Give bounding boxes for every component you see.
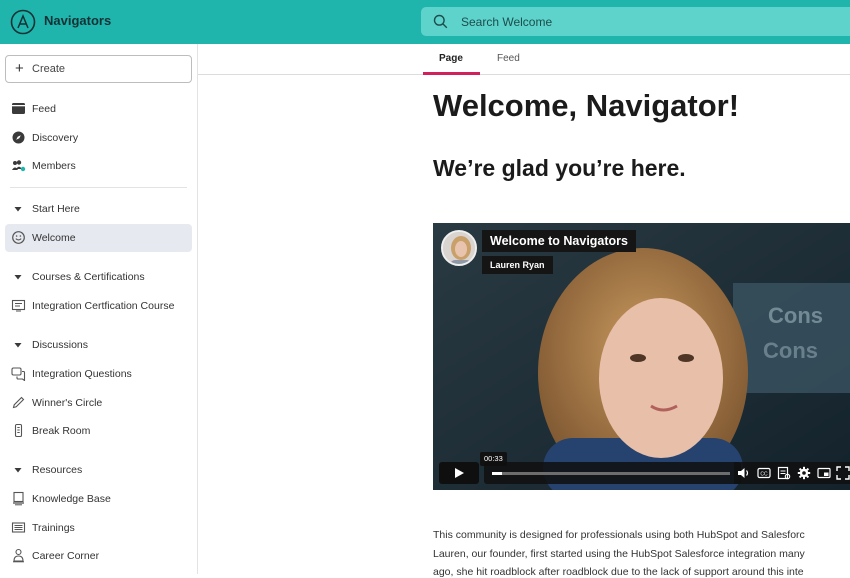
sidebar-item-label: Welcome	[32, 232, 76, 244]
plus-icon: +	[15, 60, 24, 77]
svg-text:Cons: Cons	[763, 338, 818, 363]
svg-text:Cons: Cons	[768, 303, 823, 328]
sidebar-item-label: Courses & Certifications	[32, 271, 145, 283]
sidebar-item-career-corner[interactable]: Career Corner	[5, 542, 192, 570]
sidebar-item-label: Feed	[32, 103, 56, 115]
compass-icon	[12, 131, 25, 144]
caret-down-icon	[14, 468, 22, 473]
tab-page[interactable]: Page	[439, 53, 463, 64]
pen-icon	[12, 396, 25, 409]
captions-icon[interactable]: CC	[757, 466, 771, 480]
search-placeholder: Search Welcome	[461, 15, 553, 29]
video-progress-track	[492, 472, 730, 475]
sidebar-item-label: Resources	[32, 464, 83, 476]
search-input[interactable]: Search Welcome	[421, 7, 850, 36]
sidebar-item-integration-course[interactable]: Integration Certfication Course	[5, 292, 192, 320]
svg-text:CC: CC	[760, 472, 768, 478]
page-subtitle: We’re glad you’re here.	[433, 155, 686, 181]
sidebar-item-label: Discovery	[32, 132, 79, 144]
body-paragraph-line: This community is designed for professio…	[433, 529, 805, 541]
video-controls	[734, 462, 850, 484]
sidebar-section-start-here[interactable]: Start Here	[5, 195, 192, 223]
fullscreen-icon[interactable]	[836, 466, 850, 480]
tab-feed[interactable]: Feed	[497, 53, 520, 64]
caret-down-icon	[14, 207, 22, 212]
sidebar-section-discussions[interactable]: Discussions	[5, 331, 192, 359]
transcript-icon[interactable]	[777, 466, 791, 480]
sidebar-item-integration-questions[interactable]: Integration Questions	[5, 360, 192, 388]
sidebar-item-trainings[interactable]: Trainings	[5, 514, 192, 542]
caret-down-icon	[14, 275, 22, 280]
top-bar: Navigators Search Welcome	[0, 0, 850, 44]
sidebar-item-label: Integration Questions	[32, 368, 132, 380]
sidebar-item-winners-circle[interactable]: Winner's Circle	[5, 389, 192, 417]
book-icon	[13, 491, 24, 506]
settings-icon[interactable]	[797, 466, 811, 480]
body-paragraph-line: Lauren, our founder, first started using…	[433, 548, 805, 560]
pip-icon[interactable]	[817, 466, 831, 480]
presenter-avatar	[441, 230, 477, 266]
page-tabs: Page Feed	[198, 44, 850, 75]
body-paragraph-line: ago, she hit roadblock after roadblock d…	[433, 566, 804, 578]
video-title: Welcome to Navigators	[482, 230, 637, 252]
play-icon	[455, 468, 464, 478]
video-author: Lauren Ryan	[482, 256, 553, 274]
sidebar-item-members[interactable]: Members	[5, 152, 192, 180]
page-title: Welcome, Navigator!	[433, 88, 740, 123]
sidebar-item-label: Start Here	[32, 203, 80, 215]
sidebar-divider	[10, 187, 187, 188]
sidebar-item-discovery[interactable]: Discovery	[5, 124, 192, 152]
chat-icon	[11, 367, 26, 381]
create-button[interactable]: + Create	[5, 55, 192, 83]
sidebar-item-feed[interactable]: Feed	[5, 95, 192, 123]
members-icon	[12, 160, 26, 172]
sidebar-item-label: Integration Certfication Course	[32, 300, 175, 312]
training-icon	[11, 522, 26, 533]
sidebar: + Create Feed Discovery Members Start He…	[0, 44, 198, 574]
sidebar-section-resources[interactable]: Resources	[5, 456, 192, 484]
brand-name[interactable]: Navigators	[44, 13, 111, 28]
sidebar-item-label: Career Corner	[32, 550, 100, 562]
sidebar-item-label: Break Room	[32, 425, 91, 437]
sidebar-item-label: Trainings	[32, 522, 75, 534]
sidebar-item-label: Discussions	[32, 339, 89, 351]
play-button[interactable]	[439, 462, 479, 484]
sidebar-item-label: Members	[32, 160, 76, 172]
video-progress-fill	[492, 472, 502, 475]
sidebar-item-label: Winner's Circle	[32, 397, 103, 409]
course-icon	[11, 299, 26, 312]
create-label: Create	[32, 63, 66, 75]
sidebar-item-break-room[interactable]: Break Room	[5, 417, 192, 445]
volume-icon[interactable]	[737, 466, 751, 480]
smile-icon	[12, 231, 25, 244]
sidebar-section-courses[interactable]: Courses & Certifications	[5, 263, 192, 291]
caret-down-icon	[14, 343, 22, 348]
phone-icon	[14, 423, 23, 438]
active-tab-indicator	[423, 72, 480, 75]
search-icon	[433, 14, 448, 29]
person-icon	[13, 548, 24, 563]
sidebar-item-knowledge-base[interactable]: Knowledge Base	[5, 485, 192, 513]
sidebar-item-label: Knowledge Base	[32, 493, 111, 505]
sidebar-item-welcome[interactable]: Welcome	[5, 224, 192, 252]
navigators-logo-icon[interactable]	[10, 9, 36, 35]
feed-icon	[12, 103, 25, 114]
